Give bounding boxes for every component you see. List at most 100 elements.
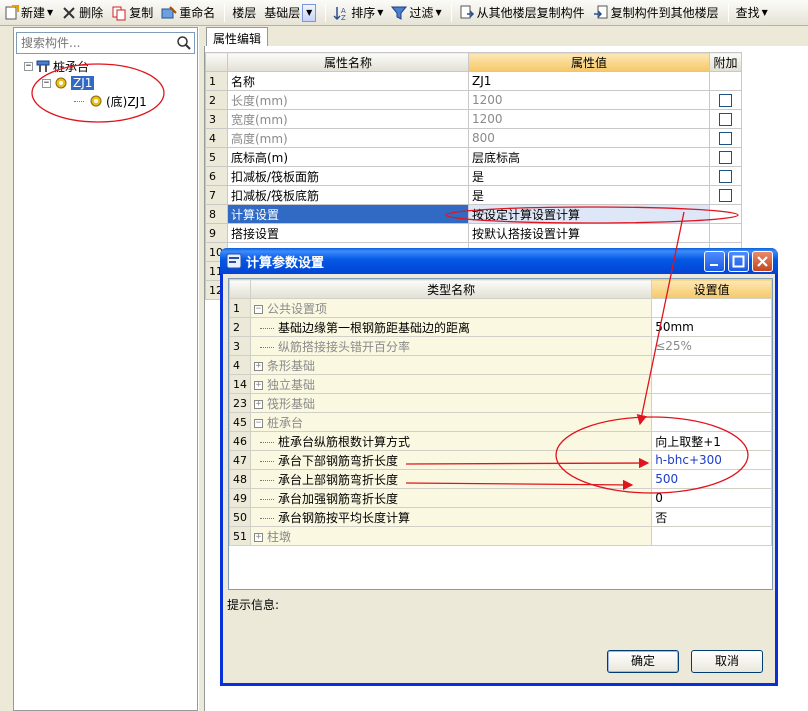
group-name-cell[interactable]: + 独立基础 (249, 374, 653, 394)
param-name-cell[interactable]: 承台下部钢筋弯折长度 (249, 450, 653, 470)
property-name-cell[interactable]: 宽度(mm) (227, 109, 469, 129)
tree-node-bottom-zj1[interactable]: (底)ZJ1 (74, 93, 147, 109)
param-value-cell[interactable]: 500 (651, 469, 772, 489)
toolbar-button-7[interactable]: 过滤 ▼ (388, 2, 444, 24)
property-value-cell[interactable]: 按默认搭接设置计算 (468, 223, 710, 243)
group-name-cell[interactable]: + 筏形基础 (249, 393, 653, 413)
property-value-cell[interactable]: 800 (468, 128, 710, 148)
param-name-cell[interactable]: 承台钢筋按平均长度计算 (249, 507, 653, 527)
param-value-cell[interactable] (651, 374, 772, 394)
tab-property-edit[interactable]: 属性编辑 (206, 27, 269, 46)
dialog-titlebar[interactable]: 计算参数设置 (220, 248, 778, 274)
property-value-cell[interactable]: 层底标高 (468, 147, 710, 167)
table-row[interactable]: 6 扣减板/筏板面筋是 (205, 166, 742, 186)
table-row[interactable]: 7 扣减板/筏板底筋是 (205, 185, 742, 205)
table-row[interactable]: 5 底标高(m) 层底标高 (205, 147, 742, 167)
param-name-cell[interactable]: 承台上部钢筋弯折长度 (249, 469, 653, 489)
extra-checkbox[interactable] (719, 189, 732, 202)
table-row[interactable]: 47 承台下部钢筋弯折长度 h-bhc+300 (229, 450, 772, 470)
table-row[interactable]: 14 + 独立基础 (229, 374, 772, 394)
param-value-cell[interactable] (651, 393, 772, 413)
collapse-icon[interactable]: − (254, 418, 263, 428)
search-input[interactable] (19, 34, 169, 52)
group-name-cell[interactable]: + 条形基础 (249, 355, 653, 375)
param-value-cell[interactable]: ≤25% (651, 336, 772, 356)
property-name-cell[interactable]: 名称 (227, 71, 469, 91)
table-row[interactable]: 49 承台加强钢筋弯折长度 0 (229, 488, 772, 508)
expand-icon[interactable]: + (254, 361, 263, 371)
table-row[interactable]: 4 高度(mm) 800 (205, 128, 742, 148)
property-name-cell[interactable]: 长度(mm) (227, 90, 469, 110)
collapse-icon[interactable]: − (24, 61, 33, 71)
property-value-cell[interactable]: 是 (468, 166, 710, 186)
toolbar-button-5[interactable]: 基础层 ▼ (261, 2, 319, 24)
table-row[interactable]: 2 长度(mm) 1200 (205, 90, 742, 110)
property-name-cell[interactable]: 高度(mm) (227, 128, 469, 148)
toolbar-button-2[interactable]: 复制 (108, 2, 156, 24)
group-name-cell[interactable]: + 柱墩 (249, 526, 653, 546)
table-row[interactable]: 9 搭接设置 按默认搭接设置计算 (205, 223, 742, 243)
extra-checkbox[interactable] (719, 132, 732, 145)
table-row[interactable]: 48 承台上部钢筋弯折长度 500 (229, 469, 772, 489)
tree-node-pile-cap[interactable]: − 桩承台 (24, 58, 89, 74)
table-row[interactable]: 2 基础边缘第一根钢筋距基础边的距离 50mm (229, 317, 772, 337)
param-value-cell[interactable]: 向上取整+1 (651, 431, 772, 451)
table-row[interactable]: 8 计算设置 按设定计算设置计算 (205, 204, 742, 224)
property-name-cell[interactable]: 扣减板/筏板底筋 (227, 185, 469, 205)
toolbar-button-9[interactable]: 复制构件到其他楼层 (590, 2, 722, 24)
group-name-cell[interactable]: − 公共设置项 (249, 298, 653, 318)
table-row[interactable]: 1 名称 ZJ1 (205, 71, 742, 91)
extra-checkbox[interactable] (719, 151, 732, 164)
expand-icon[interactable]: + (254, 399, 263, 409)
property-value-cell[interactable]: ZJ1 (468, 71, 710, 91)
param-value-cell[interactable] (651, 355, 772, 375)
toolbar-button-8[interactable]: 从其他楼层复制构件 (456, 2, 588, 24)
property-name-cell[interactable]: 扣减板/筏板面筋 (227, 166, 469, 186)
toolbar-button-6[interactable]: A Z 排序 ▼ (330, 2, 386, 24)
property-value-cell[interactable]: 按设定计算设置计算 (468, 204, 710, 224)
param-value-cell[interactable]: 否 (651, 507, 772, 527)
table-row[interactable]: 1− 公共设置项 (229, 298, 772, 318)
param-name-cell[interactable]: 基础边缘第一根钢筋距基础边的距离 (249, 317, 653, 337)
table-row[interactable]: 4 + 条形基础 (229, 355, 772, 375)
param-name-cell[interactable]: 纵筋搭接接头错开百分率 (249, 336, 653, 356)
toolbar-button-4[interactable]: 楼层 (229, 2, 259, 24)
maximize-button[interactable] (728, 251, 749, 272)
param-value-cell[interactable] (651, 526, 772, 546)
extra-checkbox[interactable] (719, 170, 732, 183)
property-name-cell[interactable]: 底标高(m) (227, 147, 469, 167)
toolbar-button-1[interactable]: 删除 (58, 2, 106, 24)
tree-node-zj1[interactable]: − ZJ1 (42, 75, 95, 91)
param-name-cell[interactable]: 承台加强钢筋弯折长度 (249, 488, 653, 508)
property-value-cell[interactable]: 是 (468, 185, 710, 205)
table-row[interactable]: 23 + 筏形基础 (229, 393, 772, 413)
table-row[interactable]: 45− 桩承台 (229, 412, 772, 432)
table-row[interactable]: 50 承台钢筋按平均长度计算 否 (229, 507, 772, 527)
collapse-icon[interactable]: − (254, 304, 263, 314)
expand-icon[interactable]: + (254, 380, 263, 390)
param-value-cell[interactable]: h-bhc+300 (651, 450, 772, 470)
extra-checkbox[interactable] (719, 113, 732, 126)
property-name-cell[interactable]: 计算设置 (227, 204, 469, 224)
param-value-cell[interactable] (651, 412, 772, 432)
table-row[interactable]: 51 + 柱墩 (229, 526, 772, 546)
table-row[interactable]: 3 宽度(mm) 1200 (205, 109, 742, 129)
close-button[interactable] (752, 251, 773, 272)
param-value-cell[interactable] (651, 298, 772, 318)
minimize-button[interactable] (704, 251, 725, 272)
expand-icon[interactable]: + (254, 532, 263, 542)
param-value-cell[interactable]: 50mm (651, 317, 772, 337)
cancel-button[interactable]: 取消 (691, 650, 763, 673)
property-value-cell[interactable]: 1200 (468, 109, 710, 129)
table-row[interactable]: 46 桩承台纵筋根数计算方式 向上取整+1 (229, 431, 772, 451)
param-name-cell[interactable]: 桩承台纵筋根数计算方式 (249, 431, 653, 451)
search-icon[interactable] (176, 35, 192, 51)
group-name-cell[interactable]: − 桩承台 (249, 412, 653, 432)
table-row[interactable]: 3 纵筋搭接接头错开百分率 ≤25% (229, 336, 772, 356)
extra-checkbox[interactable] (719, 94, 732, 107)
property-name-cell[interactable]: 搭接设置 (227, 223, 469, 243)
param-value-cell[interactable]: 0 (651, 488, 772, 508)
collapse-icon[interactable]: − (42, 78, 51, 88)
toolbar-button-3[interactable]: 重命名 (158, 2, 218, 24)
ok-button[interactable]: 确定 (607, 650, 679, 673)
